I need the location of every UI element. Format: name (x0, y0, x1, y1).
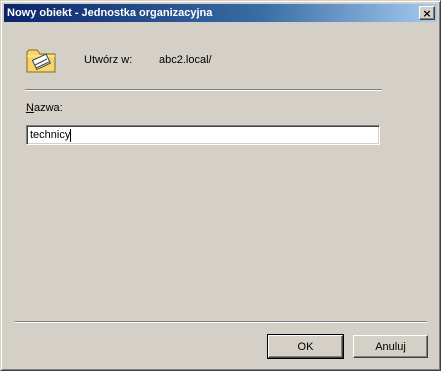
name-input[interactable]: technicy (26, 125, 380, 145)
close-button[interactable]: × (419, 6, 435, 20)
name-input-value: technicy (30, 129, 71, 141)
cancel-button[interactable]: Anuluj (353, 335, 428, 358)
window-title: Nowy obiekt - Jednostka organizacyjna (7, 7, 213, 19)
close-icon: × (422, 6, 432, 20)
dialog-window: Nowy obiekt - Jednostka organizacyjna × … (0, 0, 441, 371)
ok-button-label: OK (297, 340, 314, 353)
name-label-accel: N (26, 102, 34, 114)
create-in-path: abc2.local/ (159, 54, 212, 66)
title-bar[interactable]: Nowy obiekt - Jednostka organizacyjna × (4, 4, 437, 22)
name-label: Nazwa: (26, 102, 63, 114)
separator-bottom (15, 321, 427, 323)
folder-icon (26, 49, 56, 73)
text-caret (70, 129, 72, 142)
cancel-button-label: Anuluj (375, 340, 406, 353)
ok-button[interactable]: OK (267, 334, 344, 359)
name-label-text: azwa: (33, 102, 63, 114)
create-in-label: Utwórz w: (84, 54, 133, 66)
separator-top (25, 89, 382, 91)
